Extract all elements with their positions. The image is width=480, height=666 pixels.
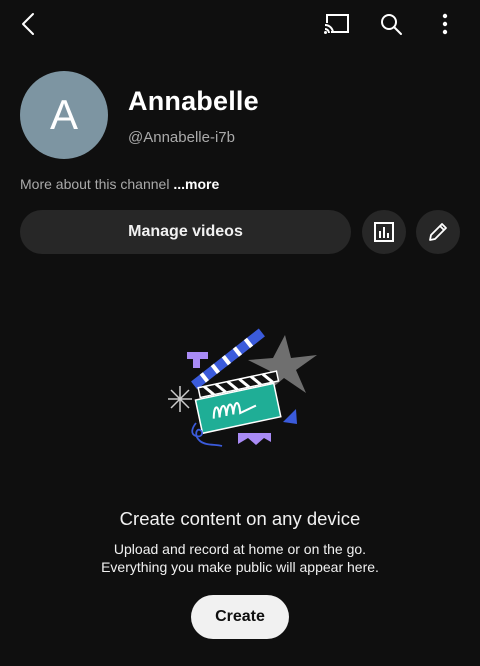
manage-videos-button[interactable]: Manage videos [20, 210, 351, 254]
analytics-icon [374, 222, 394, 242]
edit-channel-button[interactable] [416, 210, 460, 254]
empty-state-desc-line1: Upload and record at home or on the go. [113, 541, 367, 557]
back-button[interactable] [9, 4, 49, 44]
cast-button[interactable] [317, 4, 357, 44]
about-text: More about this channel [20, 176, 170, 192]
manage-videos-label: Manage videos [128, 223, 243, 240]
cast-icon [323, 14, 349, 36]
chevron-left-icon [22, 13, 34, 35]
search-button[interactable] [371, 4, 411, 44]
create-label: Create [215, 608, 265, 625]
pencil-icon [429, 223, 447, 241]
analytics-button[interactable] [362, 210, 406, 254]
empty-state-title: Create content on any device [119, 508, 361, 529]
create-button[interactable]: Create [191, 595, 289, 639]
avatar-letter: A [49, 91, 78, 138]
more-options-button[interactable] [425, 4, 465, 44]
top-app-bar [0, 0, 480, 48]
clapperboard-illustration [160, 328, 320, 456]
about-channel-link[interactable]: More about this channel ...more [20, 176, 219, 192]
empty-state-desc-line2: Everything you make public will appear h… [101, 559, 379, 575]
search-icon [381, 14, 402, 35]
channel-handle: @Annabelle-i7b [128, 129, 235, 146]
empty-state-description: Upload and record at home or on the go. … [0, 540, 480, 576]
avatar[interactable]: A [20, 71, 108, 159]
channel-name: Annabelle [128, 86, 259, 116]
more-vert-icon [442, 13, 448, 35]
about-more-link[interactable]: ...more [173, 176, 219, 192]
